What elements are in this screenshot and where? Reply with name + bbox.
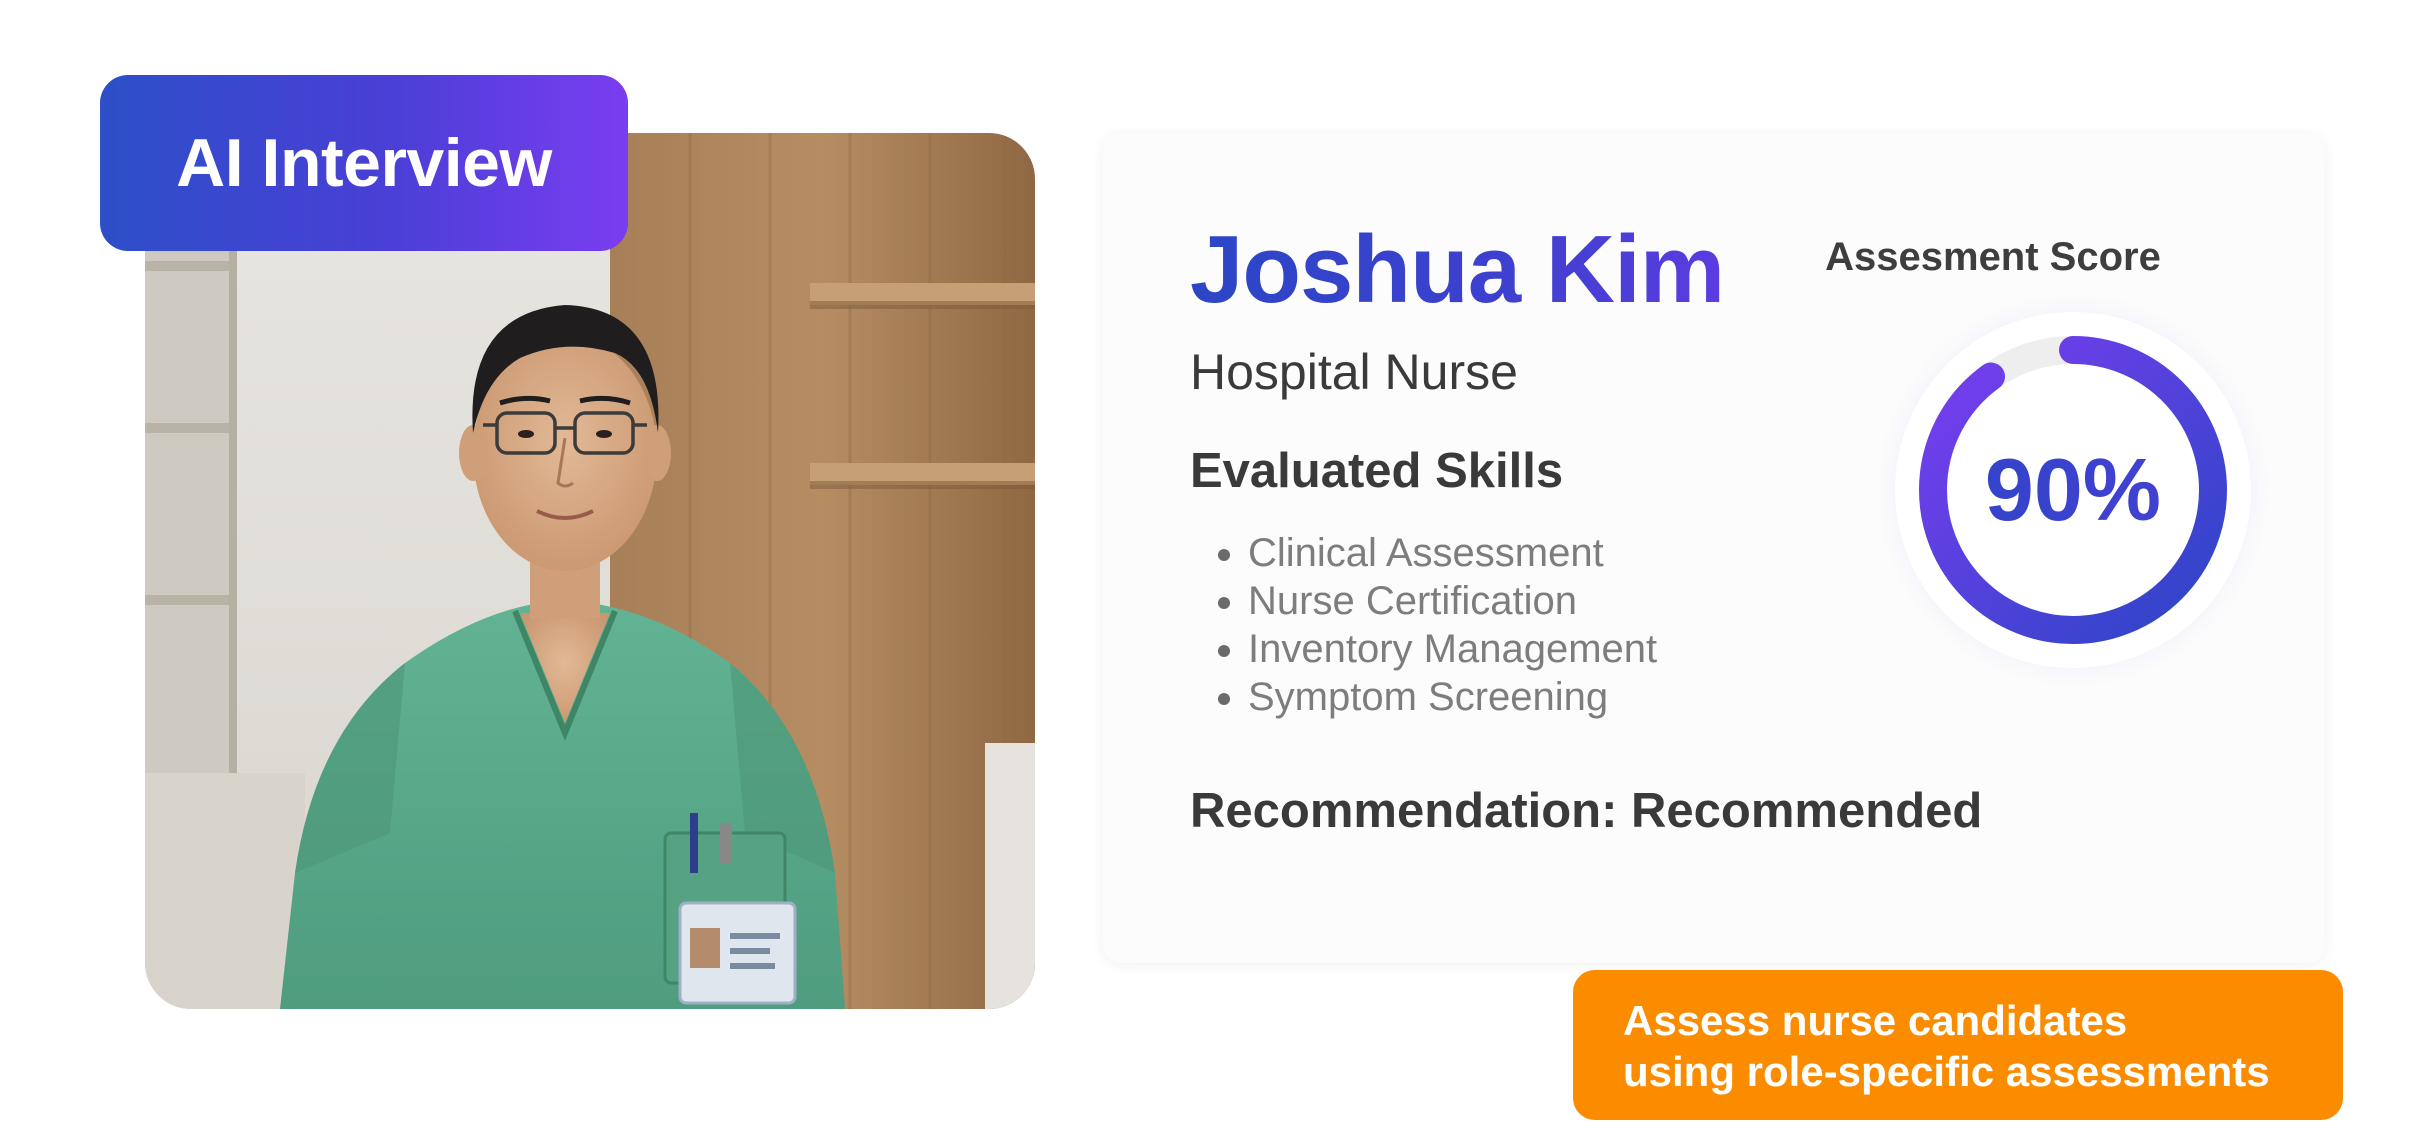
recommendation-text: Recommendation: Recommended — [1190, 784, 1983, 838]
ai-interview-badge: AI Interview — [100, 75, 628, 251]
score-value: 90% — [1873, 290, 2273, 690]
marketing-graphic: AI Interview Joshua Kim Hospital Nurse E… — [0, 0, 2415, 1146]
skills-list: Clinical Assessment Nurse Certification … — [1190, 529, 1657, 721]
score-gauge: 90% — [1873, 290, 2273, 690]
skills-heading: Evaluated Skills — [1190, 444, 1564, 498]
candidate-photo — [145, 133, 1035, 1009]
skill-item: Clinical Assessment — [1248, 529, 1657, 577]
score-label: Assesment Score — [1825, 235, 2161, 279]
candidate-role: Hospital Nurse — [1190, 344, 1518, 400]
callout-line-2: using role-specific assessments — [1623, 1048, 2270, 1095]
skill-item: Symptom Screening — [1248, 673, 1657, 721]
candidate-card: Joshua Kim Hospital Nurse Evaluated Skil… — [1103, 133, 2325, 963]
callout-banner: Assess nurse candidates using role-speci… — [1573, 970, 2343, 1120]
skill-item: Inventory Management — [1248, 625, 1657, 673]
skill-item: Nurse Certification — [1248, 577, 1657, 625]
callout-line-1: Assess nurse candidates — [1623, 997, 2128, 1044]
candidate-name: Joshua Kim — [1190, 216, 1725, 323]
interview-video[interactable] — [145, 133, 1035, 1009]
